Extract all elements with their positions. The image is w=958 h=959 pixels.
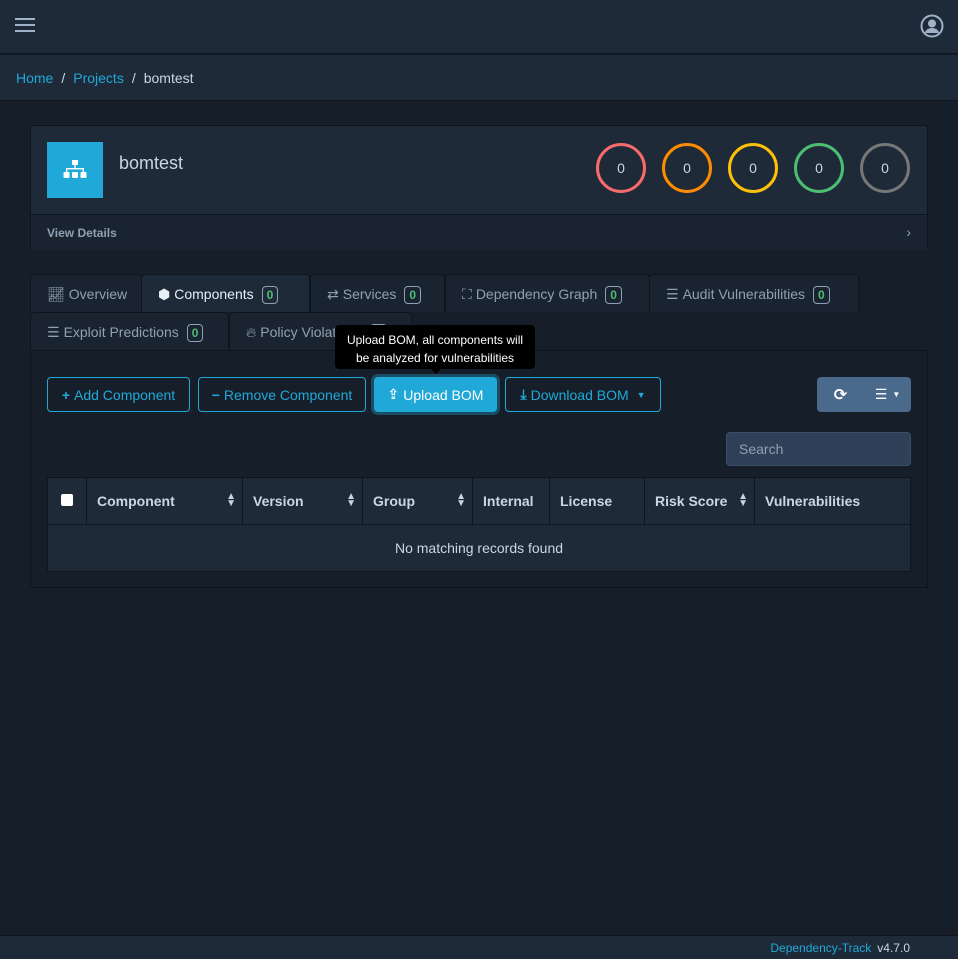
tab-label: Components	[174, 286, 254, 302]
top-navbar	[0, 0, 958, 54]
tab-label: Exploit Predictions	[63, 324, 179, 340]
button-label: Remove Component	[223, 386, 353, 403]
plus-icon: +	[61, 386, 70, 403]
breadcrumb-home[interactable]: Home	[16, 70, 53, 86]
exchange-icon: ⇄	[327, 286, 339, 302]
column-header-risk-score[interactable]: Risk Score ▲ ▼	[644, 477, 755, 525]
project-card: bomtest 0 0 0 0 0 View Details ›	[30, 125, 928, 250]
button-label: Upload BOM	[403, 386, 484, 403]
tab-exploit-predictions[interactable]: ☰ Exploit Predictions 0	[30, 312, 229, 350]
list-icon: ☰	[874, 386, 888, 402]
sort-icon: ▲ ▼	[456, 491, 466, 509]
upload-bom-tooltip: Upload BOM, all components will be analy…	[335, 325, 535, 374]
refresh-icon: ⟳	[833, 386, 848, 404]
severity-unassigned-count: 0	[860, 143, 910, 193]
select-all-checkbox[interactable]	[61, 494, 73, 506]
tab-badge: 0	[605, 286, 622, 304]
column-header-internal: Internal	[472, 477, 550, 525]
user-profile-icon[interactable]	[920, 14, 944, 38]
tab-label: Overview	[68, 286, 128, 302]
tab-services[interactable]: ⇄ Services 0	[310, 274, 445, 312]
button-label: Add Component	[74, 386, 176, 403]
column-label: Group	[373, 493, 415, 509]
column-header-version[interactable]: Version ▲ ▼	[242, 477, 363, 525]
sort-icon: ▲ ▼	[226, 491, 236, 509]
refresh-button[interactable]: ⟳	[817, 377, 864, 412]
tab-overview[interactable]: 📈︎ Overview	[30, 274, 142, 312]
sitemap-icon	[63, 160, 87, 178]
caret-down-icon: ▼	[636, 389, 646, 400]
sitemap-icon: ⛶	[462, 286, 472, 302]
components-table: Component ▲ ▼ Version ▲ ▼ Group ▲ ▼ Internal L…	[47, 477, 911, 572]
menu-toggle-icon[interactable]	[15, 18, 35, 36]
table-header-row: Component ▲ ▼ Version ▲ ▼ Group ▲ ▼ Internal L…	[47, 477, 911, 525]
column-label: Component	[97, 493, 175, 509]
tab-label: Services	[342, 286, 397, 302]
minus-icon: −	[211, 386, 220, 403]
tab-dependency-graph[interactable]: ⛶ Dependency Graph 0	[445, 274, 650, 312]
tab-label: Audit Vulnerabilities	[682, 286, 806, 302]
upload-bom-button[interactable]: ⇪ Upload BOM	[374, 377, 497, 412]
severity-high-count: 0	[662, 143, 712, 193]
download-icon: ⤓	[520, 386, 527, 402]
severity-low-count: 0	[794, 143, 844, 193]
add-component-button[interactable]: + Add Component	[47, 377, 190, 412]
breadcrumb: Home / Projects / bomtest	[0, 55, 958, 101]
app-version: v4.7.0	[877, 941, 910, 955]
severity-counts: 0 0 0 0 0	[596, 143, 910, 193]
fire-icon: 🔥︎	[246, 324, 257, 340]
breadcrumb-current: bomtest	[143, 70, 194, 86]
project-icon	[47, 142, 103, 198]
download-bom-button[interactable]: ⤓ Download BOM ▼	[505, 377, 661, 412]
column-label: Vulnerabilities	[765, 493, 861, 509]
table-toolbar-group: ⟳ ☰ ▼	[817, 377, 911, 412]
tab-label: Dependency Graph	[475, 286, 598, 302]
view-details-label: View Details	[47, 226, 117, 240]
chevron-right-icon: ›	[906, 224, 911, 240]
severity-medium-count: 0	[728, 143, 778, 193]
severity-critical-count: 0	[596, 143, 646, 193]
button-label: Download BOM	[530, 386, 629, 403]
tab-badge: 0	[186, 324, 204, 342]
tasks-icon: ☰	[666, 286, 679, 302]
column-header-component[interactable]: Component ▲ ▼	[86, 477, 243, 525]
columns-toggle-button[interactable]: ☰ ▼	[864, 377, 911, 412]
tab-badge: 0	[813, 286, 830, 304]
tab-badge: 0	[261, 286, 279, 304]
caret-down-icon: ▼	[892, 390, 901, 399]
breadcrumb-separator: /	[61, 70, 66, 86]
search-input[interactable]	[726, 432, 911, 466]
breadcrumb-separator: /	[131, 70, 136, 86]
project-name: bomtest	[119, 153, 184, 173]
view-details-link[interactable]: View Details ›	[31, 214, 927, 250]
select-all-header	[47, 477, 87, 525]
tab-audit-vulnerabilities[interactable]: ☰ Audit Vulnerabilities 0	[649, 274, 859, 312]
footer: Dependency-Track v4.7.0	[0, 935, 958, 959]
app-name-link[interactable]: Dependency-Track	[770, 941, 871, 955]
tab-components[interactable]: ⬢ Components 0	[141, 274, 310, 312]
cubes-icon: ⬢	[158, 286, 171, 302]
sort-icon: ▲ ▼	[738, 491, 748, 509]
empty-message: No matching records found	[47, 524, 911, 572]
column-header-vulnerabilities: Vulnerabilities	[754, 477, 911, 525]
line-chart-icon: 📈︎	[47, 286, 65, 302]
column-header-license: License	[549, 477, 645, 525]
column-label: License	[560, 493, 613, 509]
column-label: Version	[253, 493, 304, 509]
remove-component-button[interactable]: − Remove Component	[198, 377, 366, 412]
column-label: Risk Score	[655, 493, 728, 509]
column-header-group[interactable]: Group ▲ ▼	[362, 477, 473, 525]
column-label: Internal	[483, 493, 534, 509]
table-row-empty: No matching records found	[47, 524, 911, 572]
tab-badge: 0	[404, 286, 422, 304]
tasks-icon: ☰	[47, 324, 60, 340]
sort-icon: ▲ ▼	[346, 491, 356, 509]
breadcrumb-projects[interactable]: Projects	[73, 70, 124, 86]
upload-icon: ⇪	[387, 386, 400, 402]
